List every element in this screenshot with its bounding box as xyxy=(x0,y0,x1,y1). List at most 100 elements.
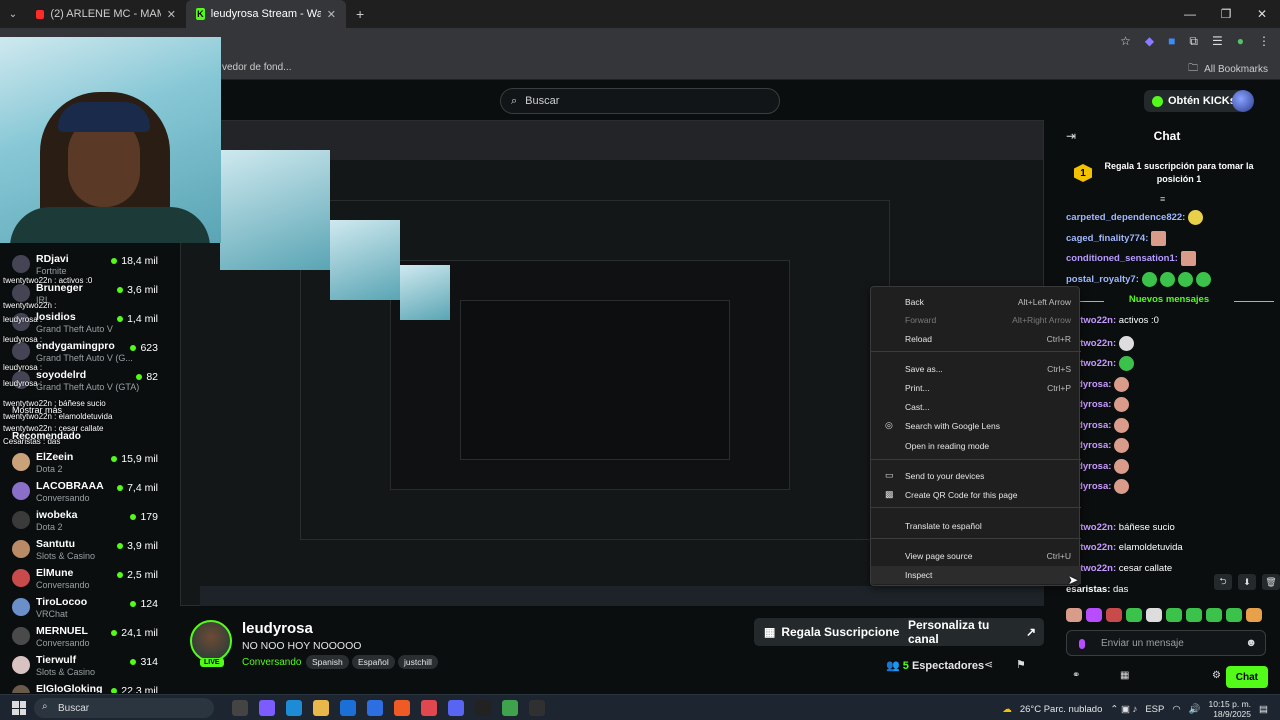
language-indicator[interactable]: ESP xyxy=(1145,704,1164,715)
get-kicks-button[interactable]: Obtén KICKs xyxy=(1144,90,1244,112)
sidebar-channel[interactable]: TiroLocoo VRChat 124 xyxy=(0,594,170,623)
expand-pinned-icon[interactable]: ≡ xyxy=(1160,194,1165,204)
streamer-avatar[interactable] xyxy=(190,620,232,662)
gift-subs-button[interactable]: ▦ Regala Suscripciones xyxy=(754,618,917,646)
context-menu-send-devices[interactable]: ▭ Send to your devices xyxy=(871,467,1081,485)
file-explorer-icon[interactable] xyxy=(313,700,329,716)
stream-tag[interactable]: justchill xyxy=(398,655,438,669)
brave-icon[interactable] xyxy=(394,700,410,716)
reply-icon[interactable]: ⮌ xyxy=(1214,574,1232,590)
wifi-icon[interactable]: ◠ xyxy=(1172,704,1180,715)
reading-list-icon[interactable]: ☰ xyxy=(1212,34,1223,49)
outlook-icon[interactable] xyxy=(340,700,356,716)
windows-start-icon[interactable] xyxy=(12,701,26,715)
notifications-icon[interactable]: ▤ xyxy=(1259,704,1268,715)
context-menu-reload[interactable]: Reload Ctrl+R xyxy=(871,330,1081,348)
stream-tag[interactable]: Spanish xyxy=(306,655,349,669)
context-menu-view-source[interactable]: View page source Ctrl+U xyxy=(871,547,1081,565)
tray-icons[interactable]: ⌃ ▣ ♪ xyxy=(1110,704,1137,715)
close-tab-icon[interactable]: ✕ xyxy=(167,8,176,21)
send-chat-button[interactable]: Chat xyxy=(1225,666,1268,688)
clock[interactable]: 10:15 p. m. 18/9/2025 xyxy=(1208,699,1251,719)
emote-icon[interactable] xyxy=(1246,608,1262,622)
pin-icon[interactable]: ⬇ xyxy=(1238,574,1256,590)
emote-icon[interactable] xyxy=(1146,608,1162,622)
emote-icon[interactable] xyxy=(1206,608,1222,622)
sidebar-channel[interactable]: ElZeein Dota 2 15,9 mil xyxy=(0,449,170,478)
streamer-name[interactable]: leudyrosa xyxy=(242,620,313,637)
customize-channel-button[interactable]: Personaliza tu canal ↗ xyxy=(900,618,1044,646)
browser-menu-icon[interactable]: ⋮ xyxy=(1258,34,1270,49)
extension-icon[interactable]: ■ xyxy=(1168,34,1175,49)
profile-icon[interactable]: ● xyxy=(1237,34,1244,49)
sidebar-channel[interactable]: Tierwulf Slots & Casino 314 xyxy=(0,652,170,681)
all-bookmarks[interactable]: 🗀 All Bookmarks xyxy=(1188,61,1268,78)
minimize-icon[interactable]: — xyxy=(1172,0,1208,28)
context-menu-cast[interactable]: Cast... xyxy=(871,398,1081,416)
capcut-icon[interactable] xyxy=(475,700,491,716)
extensions-puzzle-icon[interactable]: ⧉ xyxy=(1189,34,1198,49)
emote-icon[interactable] xyxy=(1126,608,1142,622)
emote-icon[interactable] xyxy=(1186,608,1202,622)
volume-icon[interactable]: 🔊 xyxy=(1189,704,1201,715)
context-menu-back[interactable]: Back Alt+Left Arrow xyxy=(871,293,1081,311)
extension-icon[interactable]: ◆ xyxy=(1145,34,1154,49)
context-menu-reading-mode[interactable]: Open in reading mode xyxy=(871,437,1081,455)
chat-settings-icon[interactable]: ⚙ xyxy=(1212,670,1221,681)
weather-text[interactable]: 26°C Parc. nublado xyxy=(1020,704,1103,715)
emote-icon[interactable] xyxy=(1166,608,1182,622)
sidebar-channel[interactable]: MERNUEL Conversando 24,1 mil xyxy=(0,623,170,652)
sidebar-channel[interactable]: LACOBRAAA Conversando 7,4 mil xyxy=(0,478,170,507)
obs-icon[interactable] xyxy=(529,700,545,716)
pinned-gift-banner[interactable]: 1 Regala 1 suscripción para tomar la pos… xyxy=(1064,158,1274,198)
sidebar-channel[interactable]: Santutu Slots & Casino 3,9 mil xyxy=(0,536,170,565)
chat-username[interactable]: caged_finality774: xyxy=(1066,233,1148,244)
search-input[interactable]: ⌕ Buscar xyxy=(500,88,780,114)
emote-icon[interactable] xyxy=(1086,608,1102,622)
context-menu-google-lens[interactable]: ◎ Search with Google Lens xyxy=(871,417,1081,435)
microphone-icon[interactable] xyxy=(1079,639,1085,649)
app-icon[interactable] xyxy=(421,700,437,716)
user-avatar[interactable] xyxy=(1232,90,1254,112)
chat-input[interactable]: Enviar un mensaje ☻ xyxy=(1066,630,1266,656)
tab-youtube[interactable]: (2) ARLENE MC - MAMAZOTA ( ✕ xyxy=(26,0,186,28)
context-menu-qr-code[interactable]: ▩ Create QR Code for this page xyxy=(871,486,1081,504)
sidebar-channel[interactable]: ElGloGloking 22,3 mil xyxy=(0,681,170,693)
task-view-icon[interactable] xyxy=(232,700,248,716)
chat-users-icon[interactable]: ⚭ xyxy=(1072,670,1080,681)
stream-category[interactable]: Conversando xyxy=(242,657,301,668)
emote-icon[interactable] xyxy=(1226,608,1242,622)
edge-icon[interactable] xyxy=(286,700,302,716)
store-icon[interactable] xyxy=(367,700,383,716)
sidebar-channel[interactable]: iwobeka Dota 2 179 xyxy=(0,507,170,536)
share-icon[interactable]: ⋖ xyxy=(984,658,993,671)
context-menu-forward[interactable]: Forward Alt+Right Arrow xyxy=(871,311,1081,329)
bookmark-item[interactable]: vedor de fond... xyxy=(222,62,292,73)
context-menu-print[interactable]: Print... Ctrl+P xyxy=(871,379,1081,397)
context-menu-translate[interactable]: Translate to español xyxy=(871,517,1081,535)
discord-icon[interactable] xyxy=(448,700,464,716)
tab-kick[interactable]: K leudyrosa Stream - Watch Live ✕ xyxy=(186,0,346,28)
taskbar-search[interactable]: ⌕ Buscar xyxy=(34,698,214,718)
close-tab-icon[interactable]: ✕ xyxy=(327,8,336,21)
copilot-icon[interactable] xyxy=(259,700,275,716)
delete-icon[interactable]: 🗑 xyxy=(1262,574,1280,590)
new-tab-icon[interactable]: + xyxy=(356,6,364,22)
chrome-icon[interactable] xyxy=(502,700,518,716)
emote-icon[interactable] xyxy=(1106,608,1122,622)
context-menu-save-as[interactable]: Save as... Ctrl+S xyxy=(871,360,1081,378)
chat-username[interactable]: postal_royalty7: xyxy=(1066,274,1139,285)
stream-tag[interactable]: Español xyxy=(352,655,395,669)
tab-list-icon[interactable]: ⌄ xyxy=(0,9,26,20)
restore-icon[interactable]: ❐ xyxy=(1208,0,1244,28)
sidebar-channel[interactable]: ElMune Conversando 2,5 mil xyxy=(0,565,170,594)
bookmark-star-icon[interactable]: ☆ xyxy=(1120,34,1131,49)
chat-username[interactable]: conditioned_sensation1: xyxy=(1066,253,1178,264)
context-menu-inspect[interactable]: Inspect xyxy=(871,566,1081,584)
store-icon[interactable]: ▦ xyxy=(1120,670,1129,681)
mod-icon[interactable]: ⚑ xyxy=(1016,658,1026,671)
chat-username[interactable]: carpeted_dependence822: xyxy=(1066,212,1185,223)
emoji-picker-icon[interactable]: ☻ xyxy=(1245,637,1257,649)
emote-icon[interactable] xyxy=(1066,608,1082,622)
close-window-icon[interactable]: ✕ xyxy=(1244,0,1280,28)
